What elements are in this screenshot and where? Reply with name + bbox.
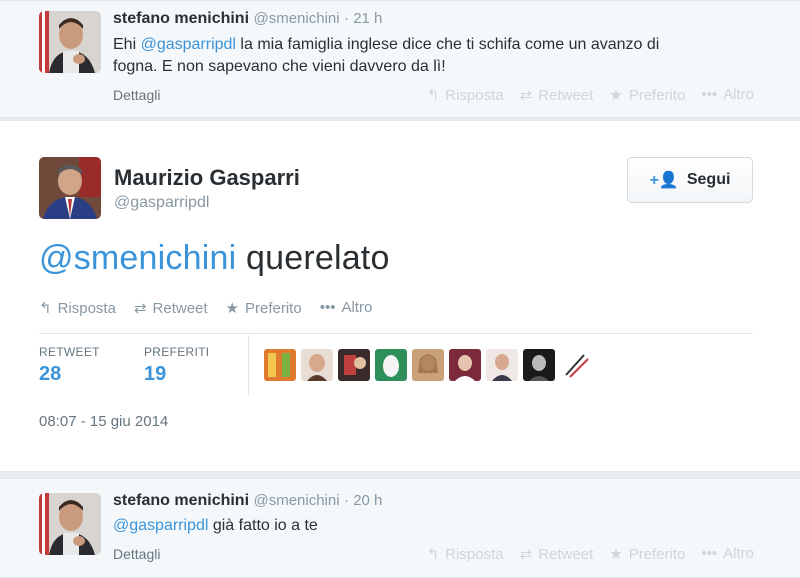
favorite-icon: ★ bbox=[609, 546, 623, 563]
text-line1: la mia famiglia inglese dice che ti schi… bbox=[235, 36, 660, 53]
text-prefix: Ehi bbox=[113, 36, 141, 53]
retweet-button[interactable]: ⇄ Retweet bbox=[520, 86, 594, 104]
tweet-time[interactable]: · 21 h bbox=[344, 10, 382, 27]
retweet-count: 28 bbox=[39, 363, 62, 385]
reply-button[interactable]: ↰ Risposta bbox=[39, 299, 116, 317]
favorite-label: Preferito bbox=[245, 300, 302, 317]
retweet-stat[interactable]: RETWEET 28 bbox=[39, 345, 100, 386]
favorites-count: 19 bbox=[144, 363, 167, 385]
tweet-time[interactable]: · 20 h bbox=[344, 492, 382, 509]
favoriter-avatar[interactable] bbox=[486, 349, 518, 381]
more-button[interactable]: ••• Altro bbox=[320, 299, 373, 317]
reply-icon: ↰ bbox=[426, 87, 440, 104]
favoriter-avatar[interactable] bbox=[301, 349, 333, 381]
more-label: Altro bbox=[723, 86, 754, 103]
retweet-label: Retweet bbox=[538, 87, 594, 104]
tweet-gasparri-main: Maurizio Gasparri @gasparripdl +👤 Segui … bbox=[0, 120, 800, 472]
tweet-stefano-top[interactable]: stefano menichini @smenichini · 21 h Ehi… bbox=[0, 0, 800, 118]
more-icon: ••• bbox=[701, 545, 718, 562]
favorite-button[interactable]: ★ Preferito bbox=[609, 545, 685, 563]
tweet-actions: ↰ Risposta ⇄ Retweet ★ Preferito ••• Altro bbox=[427, 545, 754, 563]
reply-button[interactable]: ↰ Risposta bbox=[427, 86, 504, 104]
reply-label: Risposta bbox=[445, 546, 504, 563]
author-name[interactable]: stefano menichini bbox=[113, 10, 249, 27]
tweet-body: querelato bbox=[236, 239, 390, 277]
tweet-text: @smenichini querelato bbox=[39, 239, 390, 278]
reply-label: Risposta bbox=[57, 300, 116, 317]
tweet-timestamp[interactable]: 08:07 - 15 giu 2014 bbox=[39, 413, 168, 430]
author-handle[interactable]: @smenichini bbox=[253, 10, 339, 27]
retweet-button[interactable]: ⇄ Retweet bbox=[520, 545, 594, 563]
favoriter-avatar[interactable] bbox=[449, 349, 481, 381]
divider bbox=[248, 335, 249, 395]
author-handle[interactable]: @smenichini bbox=[253, 492, 339, 509]
text-line2: fogna. E non sapevano che vieni davvero … bbox=[113, 58, 446, 75]
favorite-button[interactable]: ★ Preferito bbox=[226, 299, 302, 317]
favoriter-avatar[interactable] bbox=[264, 349, 296, 381]
favorite-button[interactable]: ★ Preferito bbox=[609, 86, 685, 104]
tweet-stefano-bottom[interactable]: stefano menichini @smenichini · 20 h @ga… bbox=[0, 478, 800, 578]
follow-label: Segui bbox=[686, 171, 731, 188]
retweet-icon: ⇄ bbox=[519, 87, 533, 104]
favorite-label: Preferito bbox=[628, 87, 686, 104]
more-label: Altro bbox=[723, 545, 754, 562]
favoriter-avatar[interactable] bbox=[560, 349, 592, 381]
retweet-label: Retweet bbox=[152, 300, 208, 317]
mention-link[interactable]: @gasparripdl bbox=[113, 517, 208, 534]
details-link[interactable]: Dettagli bbox=[113, 546, 160, 562]
follow-user-icon: +👤 bbox=[649, 172, 679, 189]
favoriter-avatar[interactable] bbox=[375, 349, 407, 381]
avatar[interactable] bbox=[39, 493, 101, 555]
tweet-actions: ↰ Risposta ⇄ Retweet ★ Preferito ••• Altro bbox=[39, 299, 372, 317]
reply-button[interactable]: ↰ Risposta bbox=[427, 545, 504, 563]
more-button[interactable]: ••• Altro bbox=[701, 545, 754, 563]
reply-label: Risposta bbox=[445, 87, 504, 104]
favorites-stat[interactable]: PREFERITI 19 bbox=[144, 345, 209, 386]
tweet-header: stefano menichini @smenichini · 20 h bbox=[113, 492, 382, 510]
favorite-icon: ★ bbox=[225, 300, 239, 317]
favorite-label: Preferito bbox=[628, 546, 686, 563]
author-name[interactable]: Maurizio Gasparri bbox=[114, 165, 300, 191]
more-label: Altro bbox=[341, 299, 373, 316]
avatar[interactable] bbox=[39, 11, 101, 73]
retweet-button[interactable]: ⇄ Retweet bbox=[134, 299, 208, 317]
reply-icon: ↰ bbox=[39, 300, 52, 317]
author-handle[interactable]: @gasparripdl bbox=[114, 194, 209, 212]
mention-link[interactable]: @gasparripdl bbox=[141, 36, 236, 53]
divider bbox=[39, 333, 753, 334]
favoriter-avatar[interactable] bbox=[523, 349, 555, 381]
more-button[interactable]: ••• Altro bbox=[701, 86, 754, 104]
favoriter-avatar[interactable] bbox=[338, 349, 370, 381]
retweet-stat-label: RETWEET bbox=[39, 345, 100, 359]
more-icon: ••• bbox=[319, 299, 336, 316]
reply-icon: ↰ bbox=[426, 546, 440, 563]
retweet-icon: ⇄ bbox=[133, 300, 147, 317]
tweet-body: già fatto io a te bbox=[208, 517, 318, 534]
favorite-icon: ★ bbox=[609, 87, 623, 104]
mention-link[interactable]: @smenichini bbox=[39, 239, 236, 277]
more-icon: ••• bbox=[701, 86, 718, 103]
tweet-text: Ehi @gasparripdl la mia famiglia inglese… bbox=[113, 34, 773, 78]
avatar[interactable] bbox=[39, 157, 101, 219]
favoriter-avatar[interactable] bbox=[412, 349, 444, 381]
tweet-header: stefano menichini @smenichini · 21 h bbox=[113, 10, 382, 28]
favoriter-avatars bbox=[264, 349, 592, 381]
follow-button[interactable]: +👤 Segui bbox=[627, 157, 753, 203]
details-link[interactable]: Dettagli bbox=[113, 87, 160, 103]
tweet-actions: ↰ Risposta ⇄ Retweet ★ Preferito ••• Altro bbox=[427, 86, 754, 104]
favorites-stat-label: PREFERITI bbox=[144, 345, 210, 359]
tweet-text: @gasparripdl già fatto io a te bbox=[113, 515, 773, 537]
retweet-icon: ⇄ bbox=[519, 546, 533, 563]
retweet-label: Retweet bbox=[538, 546, 594, 563]
author-name[interactable]: stefano menichini bbox=[113, 492, 249, 509]
